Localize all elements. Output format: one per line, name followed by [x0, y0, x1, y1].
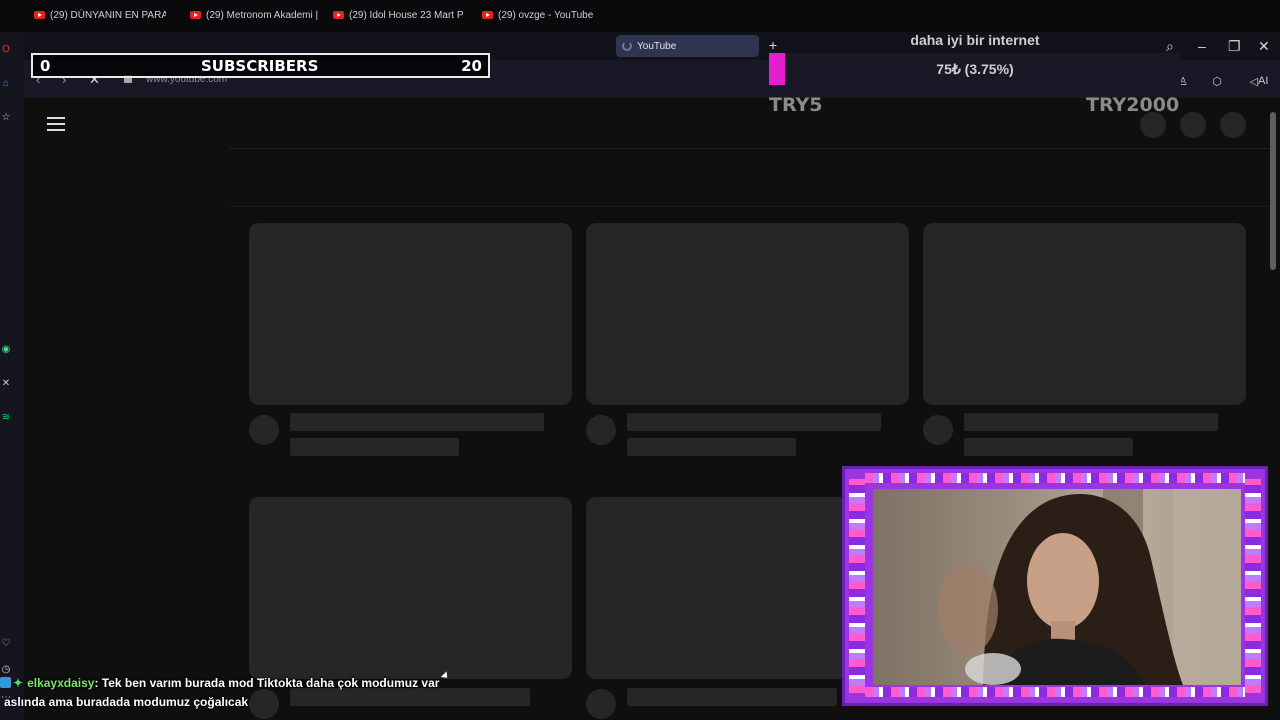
donation-goal-progress: 75₺ (3.75%) — [936, 61, 1014, 77]
tab-2[interactable]: (29) Metronom Akademi | — [184, 4, 320, 26]
spotify-icon[interactable]: ≋ — [0, 412, 12, 424]
youtube-icon — [333, 11, 344, 19]
skeleton-title — [290, 413, 544, 431]
tab-3[interactable]: (29) Idol House 23 Mart P — [327, 4, 463, 26]
skeleton-title — [627, 688, 837, 706]
youtube-icon — [190, 11, 201, 19]
skeleton-header-button — [1220, 112, 1246, 138]
tab-active-youtube[interactable]: YouTube — [616, 35, 759, 57]
skeleton-thumbnail — [586, 223, 909, 405]
page-scrollbar[interactable] — [1270, 112, 1276, 270]
home-icon[interactable]: ⌂ — [0, 78, 12, 90]
chat-text: : Tek ben varım burada mod Tiktokta daha… — [94, 676, 440, 690]
restore-button[interactable]: ❐ — [1228, 38, 1241, 55]
webcam-video — [873, 489, 1241, 685]
tab-4[interactable]: (29) ovzge - YouTube — [476, 4, 608, 26]
chat-line-1: ✦ elkayxdaisy: Tek ben varım burada mod T… — [0, 676, 560, 690]
skeleton-meta — [627, 438, 796, 456]
menu-icon[interactable] — [47, 117, 65, 131]
subscriber-target: 20 — [461, 57, 482, 75]
minimize-button[interactable]: – — [1198, 38, 1206, 54]
subscriber-goal-bar: 0 SUBSCRIBERS 20 — [31, 53, 490, 78]
frame-stripe — [865, 473, 1245, 483]
subscriber-label: SUBSCRIBERS — [201, 57, 319, 75]
frame-stripe — [865, 687, 1245, 697]
chips-divider — [230, 206, 1270, 207]
tab-label: (29) Metronom Akademi | — [206, 9, 319, 21]
skeleton-avatar — [249, 415, 279, 445]
skeleton-header-button — [1180, 112, 1206, 138]
skeleton-title — [964, 413, 1218, 431]
history-icon[interactable]: ◷ — [0, 664, 12, 676]
heart-icon[interactable]: ♡ — [0, 638, 12, 650]
skeleton-meta — [290, 438, 459, 456]
ai-button[interactable]: ◁ AI — [1244, 70, 1274, 92]
tab-1[interactable]: (29) DÜNYANIN EN PARA — [28, 4, 166, 26]
x-twitter-icon[interactable]: ✕ — [0, 378, 12, 390]
skeleton-thumbnail — [249, 223, 572, 405]
chat-message: ✦ elkayxdaisy: Tek ben varım burada mod T… — [0, 676, 560, 720]
tab-label: YouTube — [637, 40, 677, 52]
youtube-icon — [34, 11, 45, 19]
extensions-icon[interactable]: ⬡ — [1206, 70, 1228, 92]
moderator-badge-icon — [0, 677, 11, 688]
skeleton-title — [627, 413, 881, 431]
loading-spinner-icon — [622, 41, 632, 51]
skeleton-meta — [964, 438, 1133, 456]
donation-min-label: TRY5 — [769, 94, 823, 116]
header-divider — [230, 148, 1270, 149]
skeleton-thumbnail — [923, 223, 1246, 405]
screen: O ⌂ ☆ ◉ ✕ ≋ ♡ ◷ ⋯ (29) DÜNYANIN EN PARA … — [0, 0, 1280, 720]
frame-stripe — [1245, 479, 1261, 693]
sparkle-badge-icon: ✦ — [13, 676, 24, 690]
webcam-frame — [842, 466, 1268, 706]
frame-stripe — [849, 479, 865, 693]
new-tab-button[interactable]: + — [766, 38, 780, 52]
tab-label: (29) DÜNYANIN EN PARA — [50, 9, 166, 21]
skeleton-avatar — [586, 689, 616, 719]
tab-label: (29) ovzge - YouTube — [498, 9, 594, 21]
chat-line-2: aslında ama buradada modumuz çoğalıcak — [4, 695, 249, 709]
streamer-silhouette — [938, 489, 1241, 685]
close-window-button[interactable]: ✕ — [1258, 38, 1270, 55]
whatsapp-icon[interactable]: ◉ — [0, 344, 12, 356]
donation-goal-bar: 75₺ (3.75%) — [769, 53, 1181, 85]
youtube-icon — [482, 11, 493, 19]
skeleton-avatar — [923, 415, 953, 445]
opera-logo-icon[interactable]: O — [0, 44, 12, 56]
ai-label: AI — [1258, 75, 1269, 87]
bookmarks-icon[interactable]: ☆ — [0, 112, 12, 124]
skeleton-thumbnail — [249, 497, 572, 679]
skeleton-avatar — [586, 415, 616, 445]
subscriber-current: 0 — [40, 57, 51, 75]
donation-goal-title: daha iyi bir internet — [910, 32, 1040, 48]
browser-sidebar: O ⌂ ☆ ◉ ✕ ≋ ♡ ◷ ⋯ — [0, 0, 24, 720]
donation-max-label: TRY2000 — [1086, 94, 1180, 116]
chat-username: elkayxdaisy — [27, 676, 95, 690]
tab-label: (29) Idol House 23 Mart P — [349, 9, 463, 21]
